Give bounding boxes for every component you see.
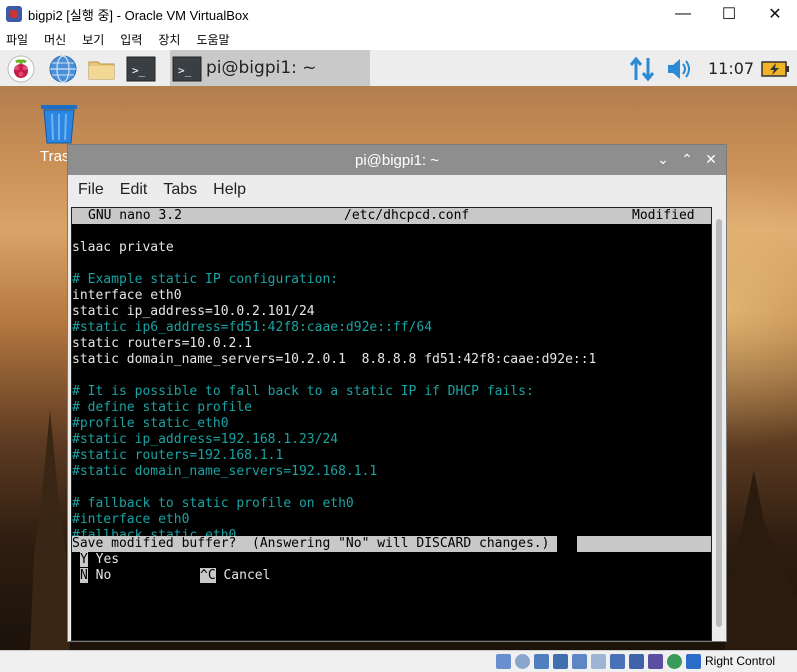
- web-browser-icon[interactable]: [48, 54, 78, 84]
- terminal-minimize-icon[interactable]: ⌄: [654, 150, 672, 168]
- terminal-launcher-icon[interactable]: >_: [126, 54, 156, 84]
- close-button[interactable]: ✕: [752, 0, 797, 28]
- usb-icon[interactable]: [572, 654, 587, 669]
- host-key-label: Right Control: [705, 654, 776, 668]
- network-icon[interactable]: [553, 654, 568, 669]
- terminal-window[interactable]: pi@bigpi1: ~ ⌄ ⌃ ✕ File Edit Tabs Help G…: [67, 144, 727, 642]
- terminal-menu-file[interactable]: File: [78, 181, 104, 199]
- raspberry-menu-icon[interactable]: [6, 54, 36, 84]
- terminal-icon: >_: [172, 56, 202, 82]
- terminal-maximize-icon[interactable]: ⌃: [678, 150, 696, 168]
- nano-line[interactable]: #interface eth0: [72, 512, 189, 528]
- host-key-arrow-icon[interactable]: [686, 654, 701, 669]
- nano-line[interactable]: #static ip_address=192.168.1.23/24: [72, 432, 338, 448]
- option-no-key: N: [80, 568, 88, 583]
- optical-drive-icon[interactable]: [515, 654, 530, 669]
- menu-help[interactable]: 도움말: [196, 31, 229, 48]
- nano-prompt-input[interactable]: [577, 536, 711, 552]
- pagoda-silhouette: [30, 410, 70, 650]
- nano-line[interactable]: slaac private: [72, 240, 174, 256]
- cpu-icon[interactable]: [648, 654, 663, 669]
- terminal-titlebar[interactable]: pi@bigpi1: ~ ⌄ ⌃ ✕: [68, 145, 726, 175]
- nano-line[interactable]: static routers=10.0.2.1: [72, 336, 252, 352]
- terminal-close-icon[interactable]: ✕: [702, 150, 720, 168]
- power-battery-icon[interactable]: [760, 54, 790, 84]
- svg-text:>_: >_: [132, 64, 146, 77]
- nano-line[interactable]: # Example static IP configuration:: [72, 272, 338, 288]
- terminal-menubar: File Edit Tabs Help: [68, 175, 726, 205]
- vbox-titlebar: bigpi2 [실행 중] - Oracle VM VirtualBox — ☐…: [0, 0, 797, 28]
- nano-option-no[interactable]: N No: [80, 568, 111, 584]
- volume-icon[interactable]: [664, 54, 694, 84]
- terminal-title: pi@bigpi1: ~: [354, 152, 440, 169]
- menu-file[interactable]: 파일: [6, 31, 28, 48]
- menu-input[interactable]: 입력: [120, 31, 142, 48]
- nano-line[interactable]: # It is possible to fall back to a stati…: [72, 384, 534, 400]
- nano-line[interactable]: #static ip6_address=fd51:42f8:caae:d92e:…: [72, 320, 432, 336]
- minimize-button[interactable]: —: [660, 0, 706, 28]
- nano-version: GNU nano 3.2: [88, 208, 182, 223]
- menu-devices[interactable]: 장치: [158, 31, 180, 48]
- vbox-menubar: 파일 머신 보기 입력 장치 도움말: [0, 28, 797, 50]
- trash-icon[interactable]: [38, 102, 80, 144]
- terminal-menu-help[interactable]: Help: [213, 181, 246, 199]
- svg-text:>_: >_: [178, 64, 192, 77]
- virtualbox-icon: [6, 6, 22, 22]
- shared-folders-icon[interactable]: [591, 654, 606, 669]
- menu-machine[interactable]: 머신: [44, 31, 66, 48]
- recording-icon[interactable]: [629, 654, 644, 669]
- file-manager-icon[interactable]: [87, 54, 117, 84]
- nano-modified-status: Modified: [632, 208, 695, 223]
- nano-option-cancel[interactable]: ^C Cancel: [200, 568, 270, 584]
- nano-line[interactable]: # fallback to static profile on eth0: [72, 496, 354, 512]
- option-no-label: No: [95, 568, 112, 583]
- nano-line[interactable]: interface eth0: [72, 288, 182, 304]
- terminal-menu-edit[interactable]: Edit: [120, 181, 148, 199]
- nano-line[interactable]: static ip_address=10.0.2.101/24: [72, 304, 315, 320]
- nano-header-bar: GNU nano 3.2 /etc/dhcpcd.conf Modified: [72, 208, 711, 224]
- terminal-scrollbar-thumb[interactable]: [716, 219, 722, 627]
- nano-filename: /etc/dhcpcd.conf: [344, 208, 470, 223]
- hard-disk-icon[interactable]: [496, 654, 511, 669]
- guest-display[interactable]: >_ >_ pi@bigpi1: ~ 11:07 Trash pi@bigpi1…: [0, 50, 797, 650]
- nano-line[interactable]: static domain_name_servers=10.2.0.1 8.8.…: [72, 352, 596, 368]
- menu-view[interactable]: 보기: [82, 31, 104, 48]
- nano-line[interactable]: #static routers=192.168.1.1: [72, 448, 283, 464]
- nano-line[interactable]: #static domain_name_servers=192.168.1.1: [72, 464, 377, 480]
- nano-line[interactable]: # define static profile: [72, 400, 252, 416]
- pagoda-silhouette: [725, 470, 797, 650]
- display-icon[interactable]: [610, 654, 625, 669]
- option-cancel-key: ^C: [200, 568, 216, 583]
- option-yes-label: Yes: [95, 552, 120, 567]
- option-yes-key: Y: [80, 552, 88, 567]
- audio-icon[interactable]: [534, 654, 549, 669]
- vbox-statusbar: Right Control: [0, 650, 797, 672]
- terminal-scrollbar[interactable]: [714, 207, 724, 641]
- terminal-menu-tabs[interactable]: Tabs: [163, 181, 197, 199]
- nano-save-prompt: Save modified buffer? (Answering "No" wi…: [72, 536, 558, 552]
- option-cancel-label: Cancel: [223, 568, 271, 583]
- window-title: bigpi2 [실행 중] - Oracle VM VirtualBox: [28, 7, 249, 23]
- network-transfer-icon[interactable]: [627, 54, 657, 84]
- nano-option-yes[interactable]: Y Yes: [80, 552, 119, 568]
- nano-line[interactable]: #profile static_eth0: [72, 416, 229, 432]
- clock[interactable]: 11:07: [708, 59, 754, 78]
- taskbar-terminal-window[interactable]: >_ pi@bigpi1: ~: [170, 50, 370, 86]
- taskbar-item-label: pi@bigpi1: ~: [206, 58, 317, 78]
- raspberry-pi-panel: >_ >_ pi@bigpi1: ~ 11:07: [0, 50, 797, 86]
- maximize-button[interactable]: ☐: [706, 0, 752, 28]
- mouse-integration-icon[interactable]: [667, 654, 682, 669]
- terminal-screen[interactable]: GNU nano 3.2 /etc/dhcpcd.conf Modified s…: [71, 207, 712, 641]
